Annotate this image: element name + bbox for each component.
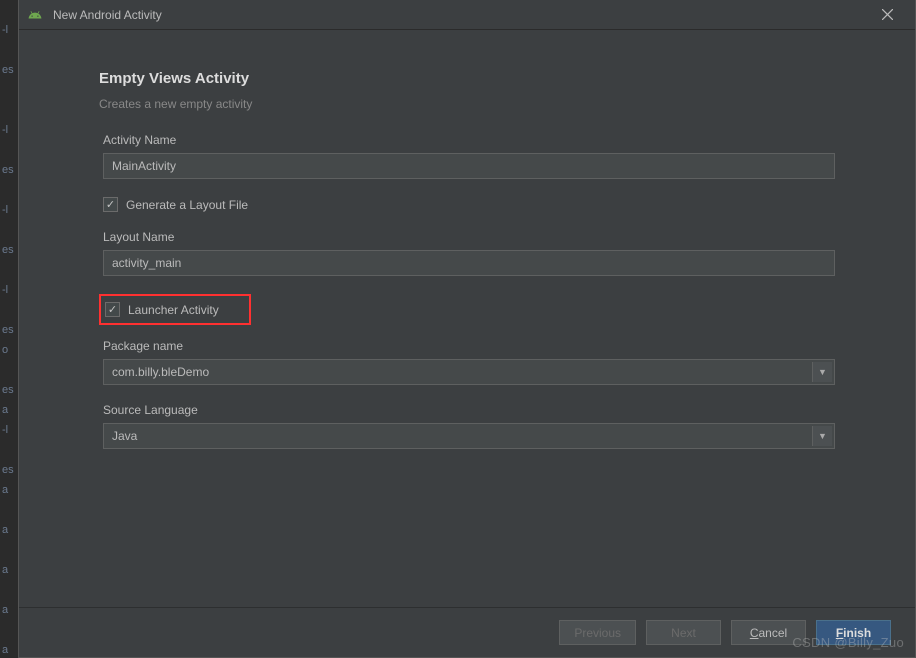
gutter-text: -l es -l es -l es -l es o es a -l es a a… <box>0 0 18 658</box>
next-button: Next <box>646 620 721 645</box>
android-icon <box>27 7 43 23</box>
previous-button: Previous <box>559 620 636 645</box>
source-language-value: Java <box>112 429 137 443</box>
activity-name-input[interactable] <box>103 153 835 179</box>
launcher-activity-label: Launcher Activity <box>128 303 219 317</box>
page-subtitle: Creates a new empty activity <box>99 97 835 111</box>
package-name-value: com.billy.bleDemo <box>112 365 209 379</box>
chevron-down-icon: ▼ <box>812 362 832 382</box>
layout-name-input[interactable] <box>103 250 835 276</box>
package-name-label: Package name <box>103 339 835 353</box>
titlebar: New Android Activity <box>19 0 915 30</box>
activity-name-label: Activity Name <box>103 133 835 147</box>
titlebar-title: New Android Activity <box>53 8 162 22</box>
layout-name-label: Layout Name <box>103 230 835 244</box>
new-activity-dialog: New Android Activity Empty Views Activit… <box>18 0 916 658</box>
finish-button[interactable]: Finish <box>816 620 891 645</box>
editor-gutter: -l es -l es -l es -l es o es a -l es a a… <box>0 0 18 658</box>
dialog-content: Empty Views Activity Creates a new empty… <box>19 30 915 607</box>
launcher-activity-checkbox[interactable] <box>105 302 120 317</box>
package-name-dropdown[interactable]: com.billy.bleDemo ▼ <box>103 359 835 385</box>
source-language-dropdown[interactable]: Java ▼ <box>103 423 835 449</box>
page-title: Empty Views Activity <box>99 70 835 87</box>
generate-layout-checkbox[interactable] <box>103 197 118 212</box>
dialog-footer: Previous Next Cancel Finish <box>19 607 915 657</box>
launcher-activity-checkbox-row[interactable]: Launcher Activity <box>105 302 219 317</box>
source-language-label: Source Language <box>103 403 835 417</box>
generate-layout-label: Generate a Layout File <box>126 198 248 212</box>
highlight-box: Launcher Activity <box>99 294 251 325</box>
chevron-down-icon: ▼ <box>812 426 832 446</box>
cancel-button[interactable]: Cancel <box>731 620 806 645</box>
close-button[interactable] <box>867 1 907 29</box>
generate-layout-checkbox-row[interactable]: Generate a Layout File <box>103 197 835 212</box>
